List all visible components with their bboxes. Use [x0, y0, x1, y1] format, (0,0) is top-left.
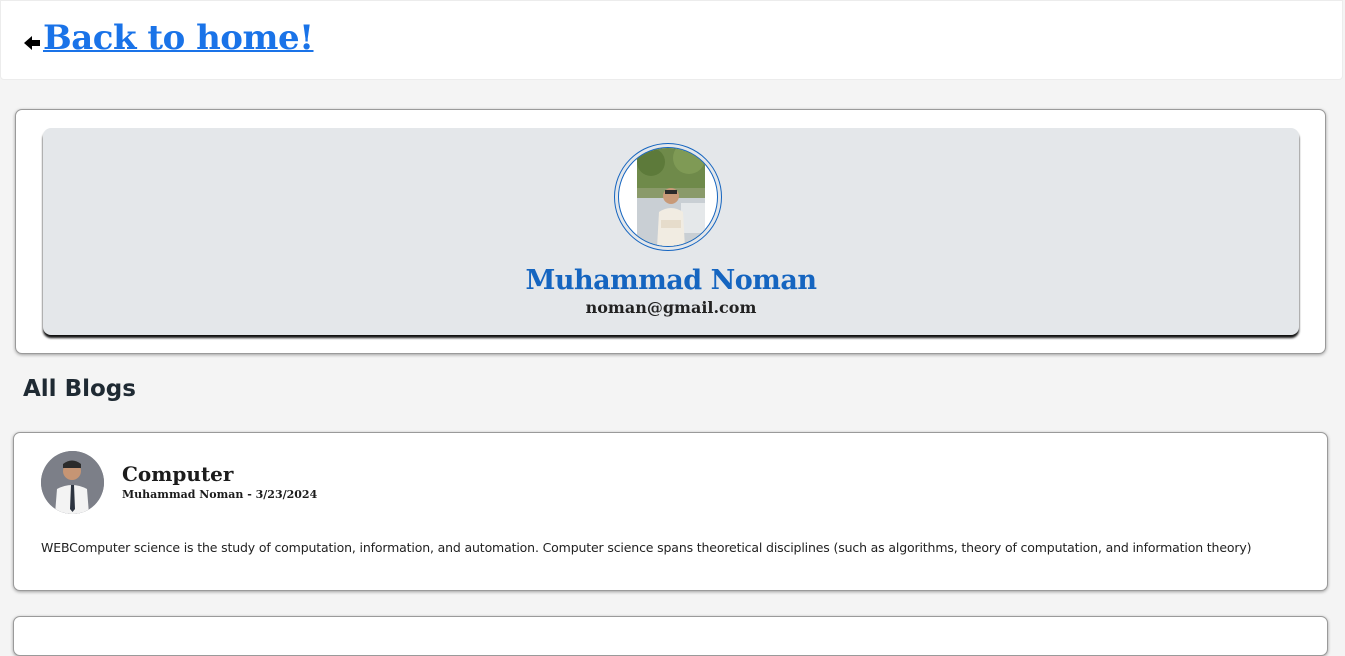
blog-date: 3/23/2024	[255, 488, 318, 501]
blog-author: Muhammad Noman	[122, 488, 244, 501]
profile-avatar	[614, 143, 722, 251]
blog-author-avatar	[41, 451, 104, 514]
back-to-home-link-wrap[interactable]: Back to home!	[23, 18, 314, 58]
author-photo	[41, 451, 104, 514]
profile-email: noman@gmail.com	[585, 298, 757, 317]
profile-name: Muhammad Noman	[525, 265, 817, 296]
back-to-home-link[interactable]: Back to home!	[43, 18, 314, 58]
blog-card[interactable]	[13, 616, 1328, 656]
profile-card: Muhammad Noman noman@gmail.com	[15, 109, 1326, 354]
blog-title[interactable]: Computer	[122, 462, 233, 486]
all-blogs-heading: All Blogs	[23, 376, 136, 402]
top-bar: Back to home!	[0, 0, 1343, 80]
blog-card[interactable]: Computer Muhammad Noman - 3/23/2024 WEBC…	[13, 432, 1328, 591]
profile-header: Muhammad Noman noman@gmail.com	[43, 128, 1299, 335]
profile-photo	[637, 148, 705, 246]
blog-meta-separator: -	[243, 488, 256, 501]
blog-meta: Muhammad Noman - 3/23/2024	[122, 488, 317, 501]
blog-excerpt: WEBComputer science is the study of comp…	[41, 540, 1252, 555]
arrow-left-icon[interactable]	[23, 34, 41, 52]
